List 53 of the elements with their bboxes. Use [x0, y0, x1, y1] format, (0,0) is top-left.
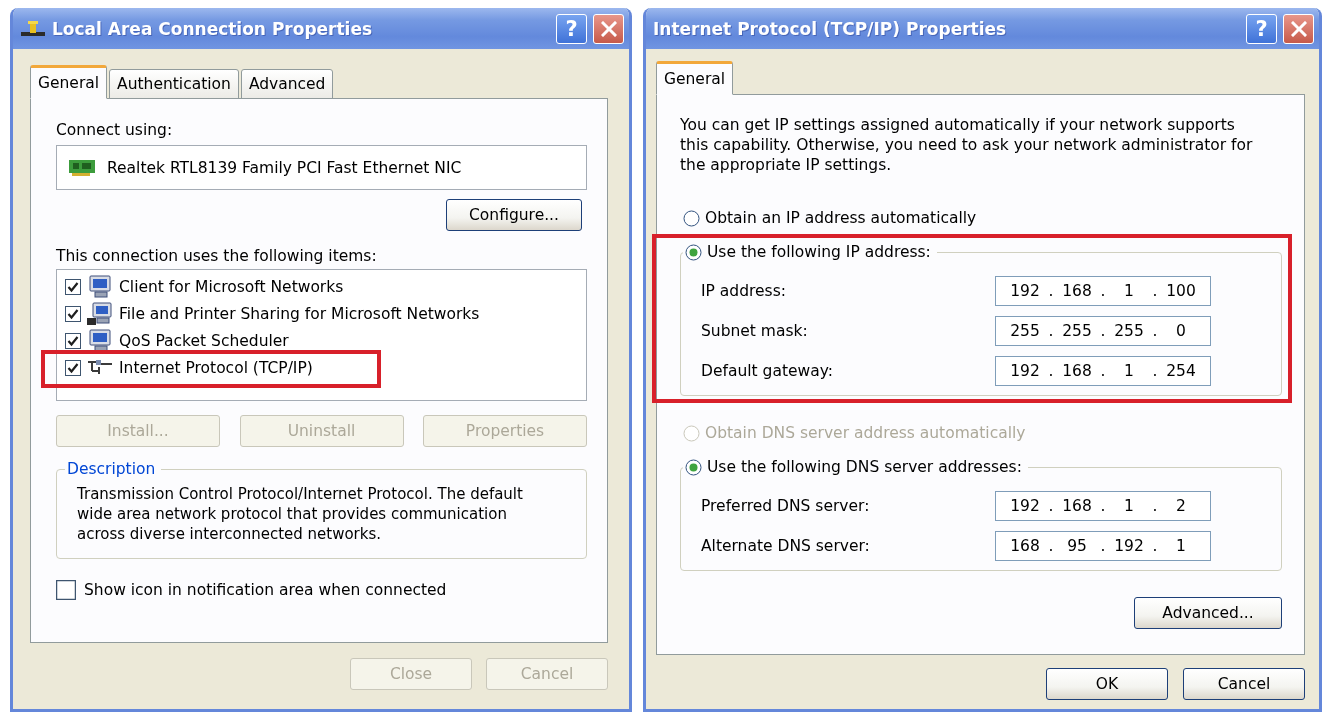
radio-label: Obtain DNS server address automatically	[705, 424, 1026, 442]
component-label[interactable]: Internet Protocol (TCP/IP)	[119, 359, 313, 377]
close-button[interactable]	[593, 13, 624, 44]
checkbox[interactable]	[65, 279, 81, 295]
group-title: Description	[67, 460, 156, 478]
adapter-name: Realtek RTL8139 Family PCI Fast Ethernet NIC	[107, 158, 462, 177]
ip-address-field[interactable]: 192 . 168 . 1 . 2	[995, 491, 1211, 521]
field-label: IP address:	[701, 282, 786, 300]
checkbox[interactable]	[65, 333, 81, 349]
component-label[interactable]: Client for Microsoft Networks	[119, 278, 344, 296]
close-icon	[1290, 20, 1307, 37]
field-label: Subnet mask:	[701, 322, 808, 340]
configure-button[interactable]: Configure...	[446, 199, 582, 231]
tab[interactable]: Authentication	[109, 69, 239, 99]
window-title: Local Area Connection Properties	[52, 18, 374, 39]
tab[interactable]: General	[30, 65, 108, 99]
window-title: Internet Protocol (TCP/IP) Properties	[653, 18, 1008, 39]
checkbox[interactable]	[65, 306, 81, 322]
radio-button[interactable]	[685, 243, 702, 261]
network-icon	[20, 19, 46, 38]
ip-address-field[interactable]: 192 . 168 . 1 . 100	[995, 276, 1211, 306]
radio-label: Obtain an IP address automatically	[705, 209, 977, 227]
monitor-icon	[87, 275, 113, 299]
computer-icon	[87, 329, 113, 353]
checkbox[interactable]	[65, 360, 81, 376]
field-label: Preferred DNS server:	[701, 497, 870, 515]
dialog-button[interactable]: Cancel	[1183, 668, 1305, 700]
radio-button[interactable]	[683, 209, 700, 227]
computer-printer-icon	[87, 302, 113, 326]
field-label: Connect using:	[56, 121, 174, 139]
component-label[interactable]: File and Printer Sharing for Microsoft Networks	[119, 305, 480, 323]
field-label: Default gateway:	[701, 362, 833, 380]
advanced-button[interactable]: Advanced...	[1134, 597, 1282, 629]
dialog-button[interactable]: OK	[1046, 668, 1168, 700]
network-card-icon	[69, 158, 95, 177]
close-icon	[600, 20, 617, 37]
tab[interactable]: Advanced	[240, 69, 334, 99]
field-label: Alternate DNS server:	[701, 537, 870, 555]
radio-label: Use the following DNS server addresses:	[707, 458, 1022, 476]
tab[interactable]: General	[656, 61, 734, 95]
ip-address-field[interactable]: 255 . 255 . 255 . 0	[995, 316, 1211, 346]
ip-address-field[interactable]: 192 . 168 . 1 . 254	[995, 356, 1211, 386]
component-label[interactable]: QoS Packet Scheduler	[119, 332, 289, 350]
ip-address-field[interactable]: 168 . 95 . 192 . 1	[995, 531, 1211, 561]
checkbox[interactable]	[56, 580, 76, 600]
network-cable-icon	[87, 359, 113, 377]
checkbox-label: Show icon in notification area when connected	[84, 581, 447, 599]
intro-text: You can get IP settings assigned automatically if your network supports this capability. Otherwise, you need to ask your network administrator for the appropriate IP settings.	[680, 115, 1254, 175]
description-text: Transmission Control Protocol/Internet Protocol. The default wide area network protocol that provides communication across diverse interconnected networks.	[77, 484, 524, 544]
radio-button[interactable]	[685, 458, 702, 476]
radio-label: Use the following IP address:	[707, 243, 931, 261]
close-button[interactable]	[1283, 13, 1314, 44]
section-label: This connection uses the following items:	[56, 247, 378, 265]
